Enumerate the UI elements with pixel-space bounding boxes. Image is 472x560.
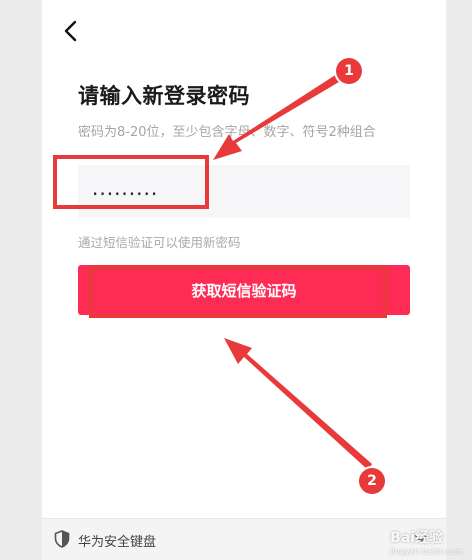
annotation-badge-1: 1	[336, 58, 362, 84]
arrow-to-sms-button	[224, 338, 372, 470]
watermark-sub: jingyan.baidu.com	[390, 547, 464, 556]
annotation-badge-2: 2	[359, 468, 385, 494]
watermark: Bai经验 jingyan.baidu.com	[390, 527, 464, 556]
arrow-to-password-field	[213, 72, 344, 160]
watermark-text: Bai经验	[390, 530, 444, 546]
annotation-arrows	[213, 72, 372, 470]
